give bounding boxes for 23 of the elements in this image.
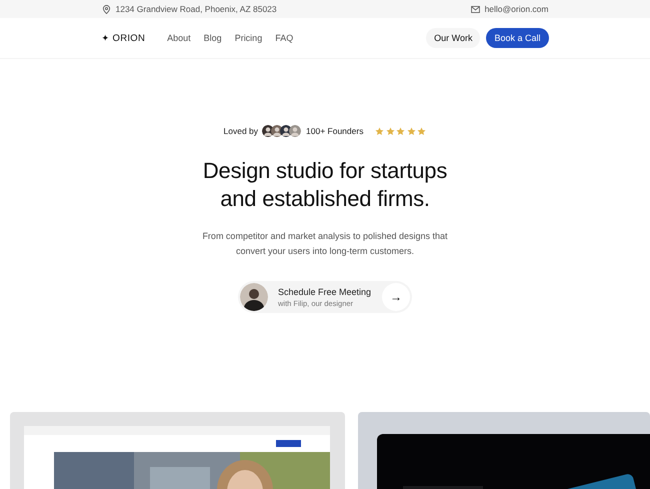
- logo[interactable]: ORION: [112, 32, 146, 44]
- person-avatar-icon: [240, 283, 268, 311]
- mail-icon: [470, 6, 480, 12]
- star-icon: [417, 126, 426, 136]
- nav-link[interactable]: Pricing: [234, 33, 262, 43]
- hero-subtitle: From competitor and market analysis to polished designs that convert your users into long-term customers.: [202, 230, 448, 258]
- hero-title: Design studio for startups and established firms.: [202, 157, 448, 213]
- nav-link[interactable]: FAQ: [275, 33, 294, 43]
- loved-by-text: Loved by: [224, 126, 258, 136]
- email-link[interactable]: hello@orion.com: [484, 4, 548, 14]
- address-text: 1234 Grandview Road, Phoenix, AZ 85023: [116, 4, 277, 14]
- book-call-button[interactable]: Book a Call: [486, 28, 548, 48]
- star-icon: [375, 126, 384, 136]
- logo-mark: ✦: [102, 33, 110, 43]
- star-icon: [386, 126, 395, 136]
- founders-text: 100+ Founders: [306, 126, 364, 136]
- star-icon: [396, 126, 406, 136]
- avatar-icon: [289, 125, 302, 137]
- nav-link[interactable]: About: [167, 33, 191, 43]
- location-pin-icon: [102, 4, 110, 14]
- our-work-button[interactable]: Our Work: [426, 28, 480, 48]
- nav-link[interactable]: Blog: [204, 33, 222, 43]
- star-icon: [406, 126, 416, 136]
